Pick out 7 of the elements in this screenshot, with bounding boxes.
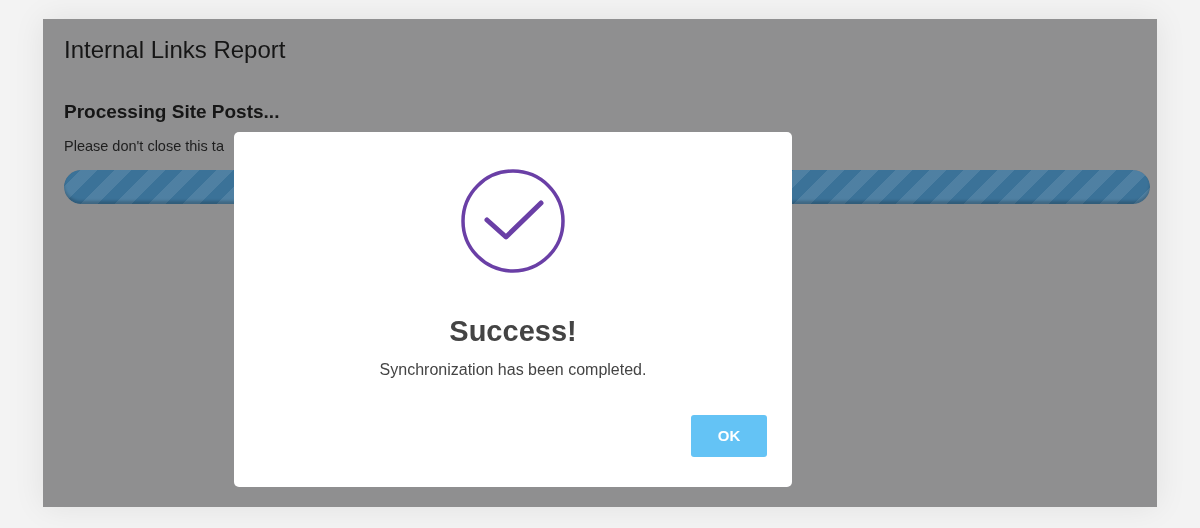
checkmark-circle-icon bbox=[461, 169, 565, 273]
notice-text: Please don't close this ta bbox=[64, 137, 225, 156]
dialog-message: Synchronization has been completed. bbox=[379, 360, 647, 380]
ok-button[interactable]: OK bbox=[691, 415, 767, 457]
page-title: Internal Links Report bbox=[64, 35, 287, 65]
section-heading: Processing Site Posts... bbox=[64, 100, 281, 124]
dialog-title: Success! bbox=[449, 314, 577, 349]
